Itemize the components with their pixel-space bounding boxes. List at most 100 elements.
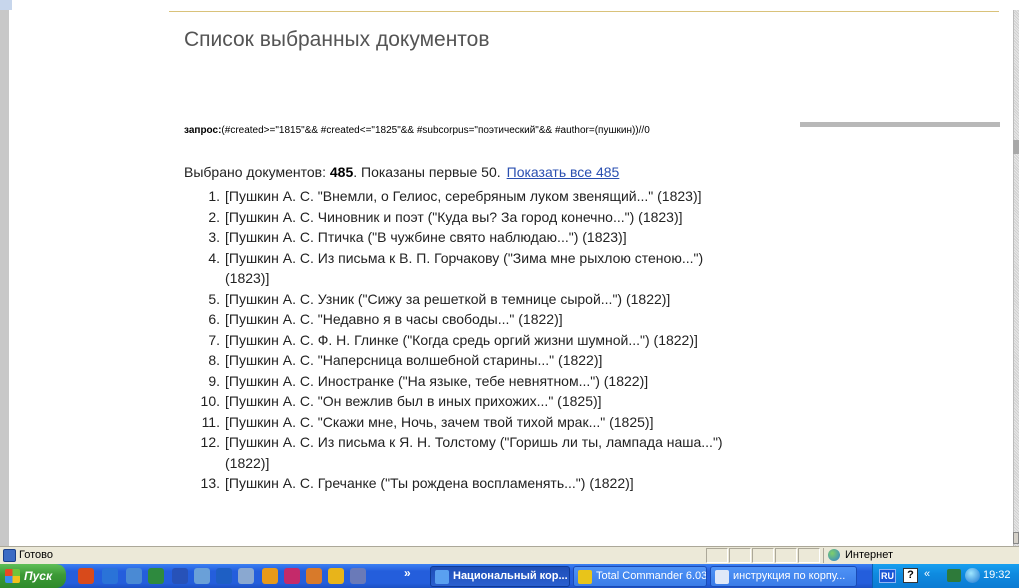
security-zone: Интернет [823,548,1013,563]
top-rule [169,11,999,12]
status-cell [729,548,751,563]
window-icon[interactable] [238,568,254,584]
task-total-commander[interactable]: Total Commander 6.03... [573,566,707,587]
zone-text: Интернет [845,549,893,561]
list-item[interactable]: 13. [Пушкин А. С. Гречанке ("Ты рождена в… [184,473,1004,494]
status-text: Готово [19,549,53,561]
item-text: [Пушкин А. С. Из письма к В. П. Горчаков… [225,249,704,266]
item-text: [Пушкин А. С. Иностранке ("На языке, теб… [225,372,649,389]
item-number: 6. [208,311,220,327]
page-icon [3,549,16,562]
query-rule [800,122,1000,127]
item-text: [Пушкин А. С. "Внемли, о Гелиос, серебря… [225,188,702,204]
item-text: [Пушкин А. С. Ф. Н. Глинке ("Когда средь… [225,331,698,348]
list-item[interactable]: 1. [Пушкин А. С. "Внемли, о Гелиос, сереб… [184,186,1004,207]
app-icon[interactable] [216,568,232,584]
desktop-icon[interactable] [350,568,366,584]
start-label: Пуск [24,569,53,583]
item-number: 3. [208,229,220,245]
item-text: [Пушкин А. С. Из письма к Я. Н. Толстому… [225,434,723,450]
start-button[interactable]: Пуск [0,564,66,588]
save-icon[interactable] [284,568,300,584]
list-item[interactable]: 9. [Пушкин А. С. Иностранке ("На языке, т… [184,371,1004,392]
status-cell [798,548,820,563]
scrollbar-thumb[interactable] [1013,140,1019,154]
status-cell [706,548,728,563]
clock: 19:32 [983,569,1011,581]
list-item[interactable]: 5. [Пушкин А. С. Узник ("Сижу за решеткой… [184,289,1004,310]
item-number: 10. [200,393,220,409]
left-border [0,10,9,546]
item-text: [Пушкин А. С. "Недавно я в часы свободы.… [225,311,563,327]
tray-app-icon[interactable] [947,569,961,582]
item-text: [Пушкин А. С. "Он вежлив был в иных прих… [225,393,602,409]
item-number: 8. [208,352,220,368]
item-number: 5. [208,290,220,307]
summary-suffix: . Показаны первые 50. [353,164,501,180]
item-number: 11. [201,413,220,430]
disk-icon [578,570,592,584]
left-panel [9,10,169,546]
item-text: [Пушкин А. С. Птичка ("В чужбине свято н… [225,229,627,245]
tool-icon[interactable] [262,568,278,584]
list-item[interactable]: 10. [Пушкин А. С. "Он вежлив был в иных п… [184,391,1004,412]
item-text: [Пушкин А. С. "Скажи мне, Ночь, зачем тв… [225,413,654,430]
list-item[interactable]: 4. [Пушкин А. С. Из письма к В. П. Горчак… [184,248,1004,269]
summary-prefix: Выбрано документов: [184,164,330,180]
list-item-continuation[interactable]: (1822)] [184,453,1004,474]
network-status-icon[interactable] [965,568,980,583]
taskbar: Пуск » Национальный кор... Total Command… [0,564,1019,588]
item-text: [Пушкин А. С. Узник ("Сижу за решеткой в… [225,290,671,307]
vertical-scrollbar[interactable] [1013,10,1019,546]
show-all-link[interactable]: Показать все 485 [507,164,620,180]
tray-expand-button[interactable]: « [924,568,930,580]
list-item[interactable]: 3. [Пушкин А. С. Птичка ("В чужбине свято… [184,227,1004,248]
top-tab [0,0,12,10]
network-icon[interactable] [194,568,210,584]
list-item[interactable]: 6. [Пушкин А. С. "Недавно я в часы свобод… [184,309,1004,330]
task-label: Total Commander 6.03... [596,570,707,582]
list-item[interactable]: 7. [Пушкин А. С. Ф. Н. Глинке ("Когда сре… [184,330,1004,351]
globe-icon [828,549,840,561]
document-icon [715,570,729,584]
query-text: (#created>="1815"&& #created<="1825"&& #… [221,125,650,136]
top-strip-cut [0,0,1019,10]
task-label: Национальный кор... [453,570,568,582]
item-number: 7. [208,331,220,348]
task-label: инструкция по корпу... [733,570,846,582]
windows-flag-icon [5,569,20,583]
status-cell [775,548,797,563]
query-line: запрос:(#created>="1815"&& #created<="18… [184,125,650,136]
browser-content: Список выбранных документов запрос:(#cre… [0,10,1019,546]
language-indicator[interactable]: RU [879,569,896,583]
item-number: 12. [200,434,220,450]
status-bar: Готово Интернет [0,546,1019,564]
list-item[interactable]: 8. [Пушкин А. С. "Наперсница волшебной ст… [184,350,1004,371]
help-icon[interactable]: ? [903,568,918,583]
list-item[interactable]: 11. [Пушкин А. С. "Скажи мне, Ночь, зачем… [184,412,1004,433]
summary-count: 485 [329,164,354,180]
query-label: запрос: [184,125,222,136]
program-icon[interactable] [306,568,322,584]
browser-icon[interactable] [102,568,118,584]
item-number: 1. [208,188,220,204]
excel-icon[interactable] [148,568,164,584]
scroll-down-arrow[interactable] [1013,532,1019,544]
item-number: 2. [208,208,220,225]
item-number: 13. [200,475,220,491]
email-icon[interactable] [126,568,142,584]
task-browser[interactable]: Национальный кор... [430,566,570,587]
list-item[interactable]: 2. [Пушкин А. С. Чиновник и поэт ("Куда в… [184,207,1004,228]
status-cell [752,548,774,563]
ie-icon [435,570,449,584]
document-list: 1. [Пушкин А. С. "Внемли, о Гелиос, сереб… [184,186,1004,494]
list-item[interactable]: 12. [Пушкин А. С. Из письма к Я. Н. Толст… [184,432,1004,453]
item-number: 4. [208,249,220,266]
list-item-continuation[interactable]: (1823)] [184,268,1004,289]
folder-icon[interactable] [328,568,344,584]
item-text: [Пушкин А. С. Гречанке ("Ты рождена восп… [225,475,634,491]
word-icon[interactable] [172,568,188,584]
media-player-icon[interactable] [78,568,94,584]
quick-launch-more[interactable]: » [404,566,411,580]
task-word-document[interactable]: инструкция по корпу... [710,566,857,587]
